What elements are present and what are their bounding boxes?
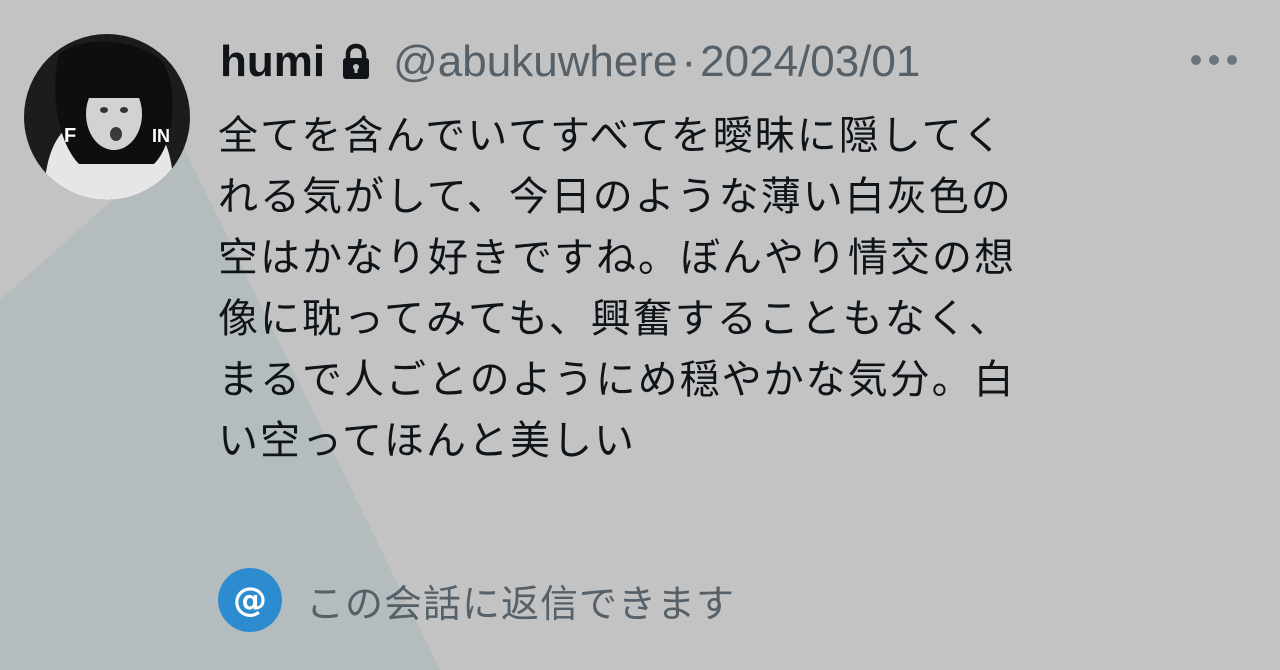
reply-setting[interactable]: @ この会話に返信できます <box>218 568 736 632</box>
lock-icon <box>341 43 371 81</box>
tweet-text-line: まるで人ごとのようにめ穏やかな気分。白 <box>218 357 1016 403</box>
reply-setting-label: この会話に返信できます <box>306 581 736 626</box>
tweet-text-line: 像に耽ってみても、興奮することもなく、 <box>218 296 1011 342</box>
avatar[interactable]: F IN <box>24 34 190 200</box>
avatar-letter-in: IN <box>152 126 170 146</box>
at-icon: @ <box>218 568 282 632</box>
tweet-text-line: 全てを含んでいてすべてを曖昧に隠してく <box>218 113 1005 159</box>
handle[interactable]: @abukuwhere <box>393 37 677 87</box>
tweet-text-line: れる気がして、今日のような薄い白灰色の <box>218 174 1013 220</box>
separator-dot: · <box>681 37 697 86</box>
tweet-card[interactable]: F IN humi @abukuwhere · 2024/03/01 全てを含ん… <box>0 0 1280 670</box>
tweet-text-line: い空ってほんと美しい <box>218 418 636 464</box>
more-icon[interactable] <box>1186 50 1242 70</box>
display-name[interactable]: humi <box>220 37 325 87</box>
tweet-text-line: 空はかなり好きですね。ぼんやり情交の想 <box>218 235 1016 281</box>
avatar-letter-f: F <box>64 125 76 147</box>
timestamp[interactable]: 2024/03/01 <box>700 37 920 87</box>
tweet-header: humi @abukuwhere · 2024/03/01 <box>220 30 920 94</box>
tweet-text: 全てを含んでいてすべてを曖昧に隠してく れる気がして、今日のような薄い白灰色の … <box>218 106 1218 472</box>
